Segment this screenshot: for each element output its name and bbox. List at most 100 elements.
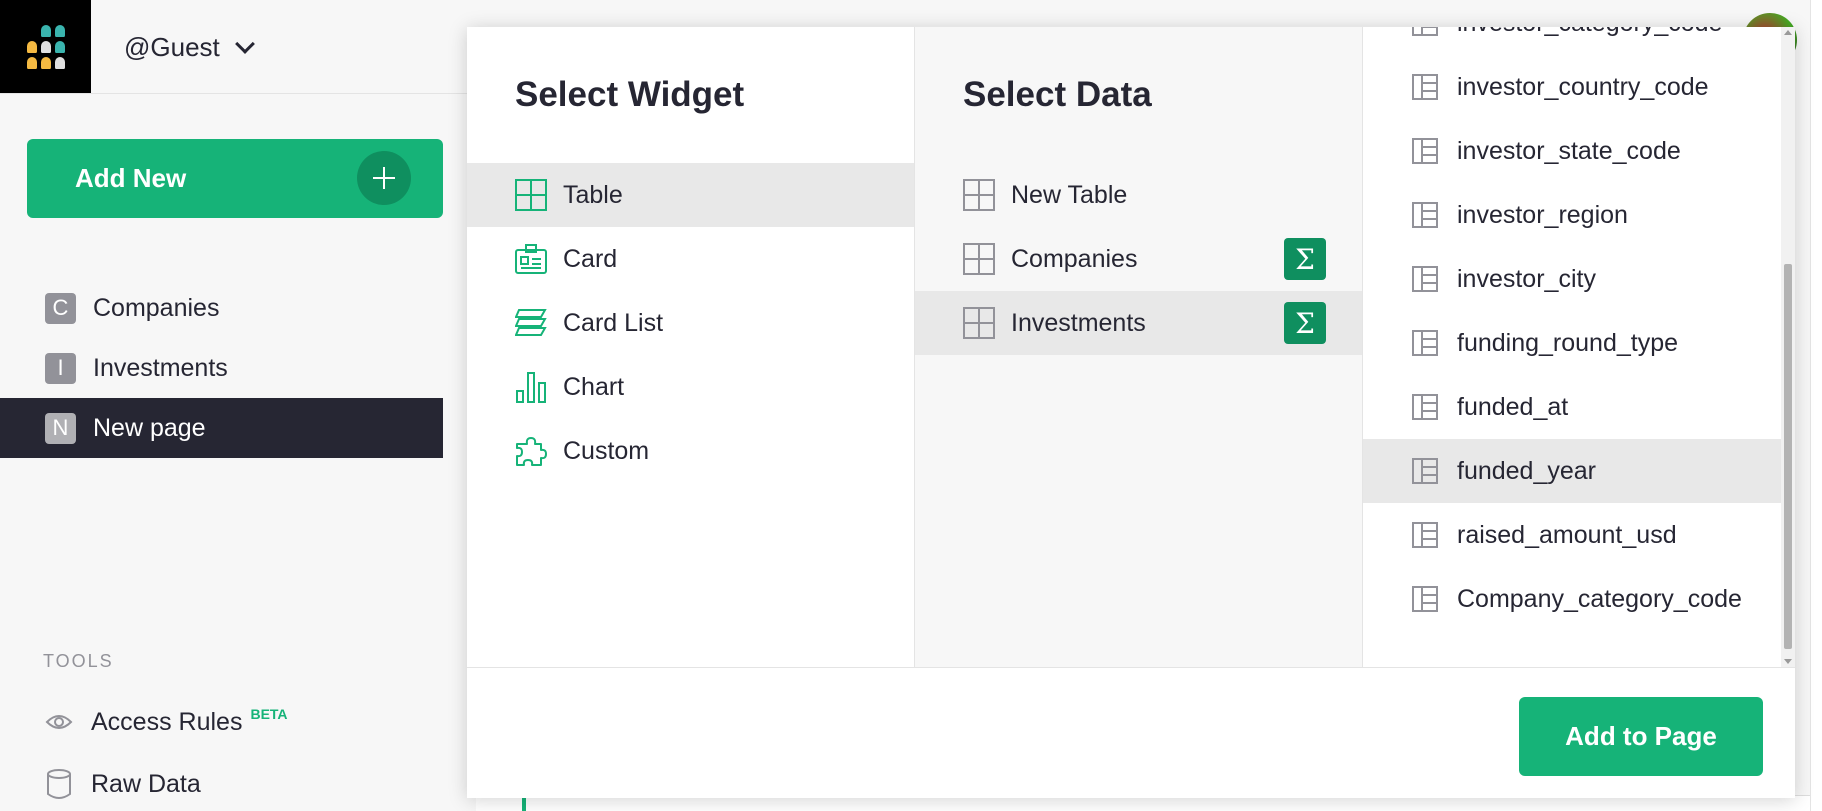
widget-label: Card List <box>563 308 664 337</box>
grist-logo[interactable] <box>0 0 91 93</box>
field-column-icon <box>1411 201 1439 229</box>
field-label: funding_round_type <box>1457 328 1679 357</box>
field-item[interactable]: investor_region <box>1363 183 1795 247</box>
puzzle-icon <box>515 435 547 467</box>
table-icon <box>515 179 547 211</box>
field-column-icon <box>1411 585 1439 613</box>
page-initial-badge: I <box>45 352 76 384</box>
row-marker <box>522 796 526 811</box>
beta-badge: BETA <box>250 706 288 722</box>
select-widget-title: Select Widget <box>515 75 745 114</box>
widget-option-table[interactable]: Table <box>467 163 914 227</box>
data-label: Investments <box>1011 308 1146 337</box>
modal-footer: Add to Page <box>467 667 1795 798</box>
tool-access-rules[interactable]: Access Rules BETA <box>43 706 288 738</box>
table-icon <box>963 307 995 339</box>
background-panel-edge <box>1810 0 1822 811</box>
tool-raw-data[interactable]: Raw Data <box>43 768 201 800</box>
chart-icon <box>515 371 547 403</box>
table-icon <box>963 243 995 275</box>
page-item-companies[interactable]: C Companies <box>0 278 443 338</box>
field-item[interactable]: raised_amount_usd <box>1363 503 1795 567</box>
select-widget-column: Select Widget Table Card Card List Chart… <box>467 27 915 667</box>
table-icon <box>963 179 995 211</box>
add-to-page-button[interactable]: Add to Page <box>1519 697 1763 776</box>
widget-option-card-list[interactable]: Card List <box>467 291 914 355</box>
select-data-title: Select Data <box>963 75 1152 114</box>
tool-label: Access Rules <box>91 707 243 736</box>
field-item[interactable]: investor_country_code <box>1363 55 1795 119</box>
page-label: New page <box>93 413 206 442</box>
field-label: Company_category_code <box>1457 584 1742 613</box>
scroll-down-arrow-icon[interactable] <box>1784 659 1792 664</box>
data-option-investments[interactable]: Investments Σ <box>915 291 1362 355</box>
field-column-icon <box>1411 457 1439 485</box>
field-column-icon <box>1411 137 1439 165</box>
widget-label: Card <box>563 244 618 273</box>
field-column-icon <box>1411 521 1439 549</box>
group-by-fields-column[interactable]: investor_category_code investor_country_c… <box>1363 27 1795 667</box>
widget-label: Table <box>563 180 623 209</box>
tool-label: Raw Data <box>91 769 201 798</box>
add-widget-modal: Select Widget Table Card Card List Chart… <box>467 27 1795 798</box>
field-label: investor_category_code <box>1457 27 1722 38</box>
widget-option-custom[interactable]: Custom <box>467 419 914 483</box>
field-item[interactable]: investor_state_code <box>1363 119 1795 183</box>
field-item[interactable]: Company_category_code <box>1363 567 1795 631</box>
field-item[interactable]: funded_year <box>1363 439 1795 503</box>
page-label: Investments <box>93 353 228 382</box>
summary-sigma-button[interactable]: Σ <box>1284 238 1326 280</box>
field-item[interactable]: funded_at <box>1363 375 1795 439</box>
page-item-new-page[interactable]: N New page <box>0 398 443 458</box>
field-label: investor_country_code <box>1457 72 1709 101</box>
field-item[interactable]: funding_round_type <box>1363 311 1795 375</box>
field-item[interactable]: investor_city <box>1363 247 1795 311</box>
field-column-icon <box>1411 73 1439 101</box>
tools-section-label: TOOLS <box>43 651 114 671</box>
scroll-thumb[interactable] <box>1784 264 1792 649</box>
field-list: investor_category_code investor_country_c… <box>1363 27 1795 631</box>
field-column-icon <box>1411 27 1439 37</box>
plus-icon <box>357 151 411 205</box>
widget-label: Custom <box>563 436 650 465</box>
data-label: Companies <box>1011 244 1138 273</box>
fields-scrollbar[interactable] <box>1781 27 1795 667</box>
field-label: raised_amount_usd <box>1457 520 1677 549</box>
data-source-list: New Table Companies Σ Investments Σ <box>915 163 1362 355</box>
page-item-investments[interactable]: I Investments <box>0 338 443 398</box>
field-label: funded_year <box>1457 456 1597 485</box>
org-switcher[interactable]: @Guest <box>124 32 255 63</box>
add-new-button[interactable]: Add New <box>27 139 443 218</box>
eye-icon <box>43 706 75 738</box>
scroll-up-arrow-icon[interactable] <box>1784 30 1792 35</box>
data-label: New Table <box>1011 180 1128 209</box>
field-column-icon <box>1411 393 1439 421</box>
page-initial-badge: N <box>45 412 76 444</box>
data-option-companies[interactable]: Companies Σ <box>915 227 1362 291</box>
field-label: investor_region <box>1457 200 1628 229</box>
add-new-label: Add New <box>75 163 187 193</box>
select-data-column: Select Data New Table Companies Σ Invest… <box>915 27 1363 667</box>
field-label: investor_state_code <box>1457 136 1681 165</box>
summary-sigma-button[interactable]: Σ <box>1284 302 1326 344</box>
widget-list: Table Card Card List Chart Custom <box>467 163 914 483</box>
widget-label: Chart <box>563 372 625 401</box>
field-label: investor_city <box>1457 264 1596 293</box>
page-initial-badge: C <box>45 292 76 324</box>
widget-option-card[interactable]: Card <box>467 227 914 291</box>
logo-icon <box>26 24 65 69</box>
data-option-new-table[interactable]: New Table <box>915 163 1362 227</box>
card-list-icon <box>515 307 547 339</box>
field-label: funded_at <box>1457 392 1569 421</box>
field-column-icon <box>1411 329 1439 357</box>
page-label: Companies <box>93 293 220 322</box>
field-column-icon <box>1411 265 1439 293</box>
chevron-down-icon <box>234 33 255 54</box>
pages-list: C Companies I Investments N New page <box>0 278 443 458</box>
app-header: @Guest <box>0 0 476 94</box>
card-icon <box>515 243 547 275</box>
widget-option-chart[interactable]: Chart <box>467 355 914 419</box>
field-item[interactable]: investor_category_code <box>1363 27 1795 55</box>
org-label: @Guest <box>124 32 220 62</box>
database-icon <box>43 768 75 800</box>
